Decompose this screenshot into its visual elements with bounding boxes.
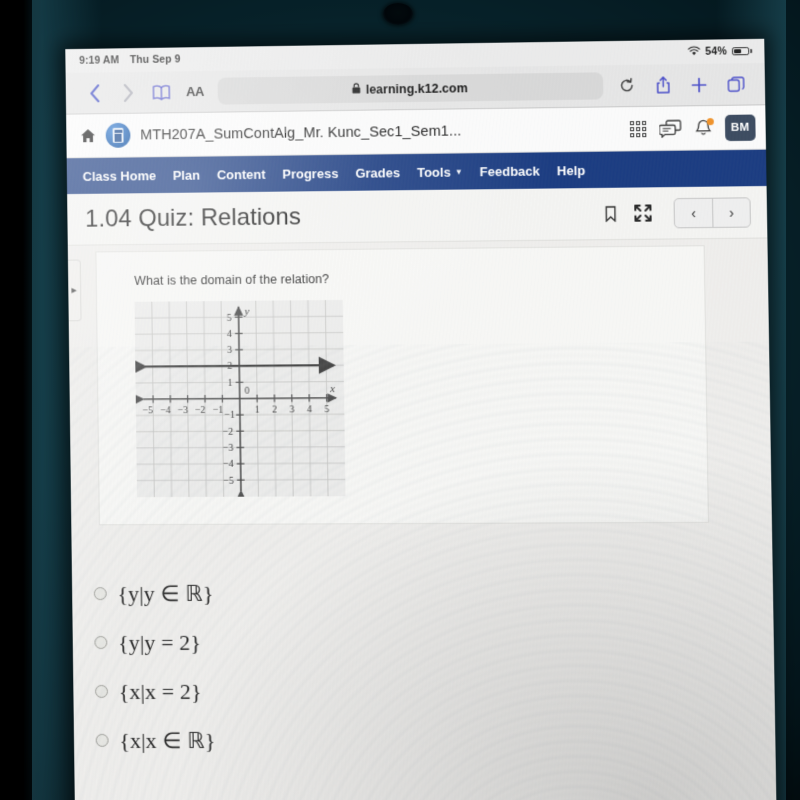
svg-text:1: 1 xyxy=(228,378,233,389)
notification-dot xyxy=(706,117,714,125)
expand-drawer-arrow-icon[interactable]: ▶ xyxy=(67,259,82,322)
bookmark-icon[interactable] xyxy=(605,205,616,221)
pager: ‹ › xyxy=(673,196,751,228)
avatar[interactable]: BM xyxy=(724,114,756,141)
svg-text:−4: −4 xyxy=(160,405,171,416)
svg-text:3: 3 xyxy=(289,404,294,415)
nav-item-content[interactable]: Content xyxy=(217,166,266,182)
answer-option-d[interactable]: {x|x ∈ ℝ} xyxy=(95,716,775,766)
text-size-label: AA xyxy=(186,83,204,100)
page-title: 1.04 Quiz: Relations xyxy=(84,202,302,233)
radio-button[interactable] xyxy=(95,733,109,747)
svg-text:4: 4 xyxy=(307,404,312,415)
svg-text:−5: −5 xyxy=(223,475,234,486)
bell-icon[interactable] xyxy=(695,117,714,137)
nav-label: Class Home xyxy=(82,167,157,184)
page-title-row: 1.04 Quiz: Relations ‹ › xyxy=(67,186,768,246)
answer-option-c[interactable]: {x|x = 2} xyxy=(95,666,775,716)
svg-text:−2: −2 xyxy=(195,405,206,416)
question-card: What is the domain of the relation? −5 −… xyxy=(95,245,709,525)
nav-label: Help xyxy=(556,162,586,178)
nav-item-plan[interactable]: Plan xyxy=(173,167,200,182)
chevron-down-icon: ▼ xyxy=(454,166,463,177)
grid-apps-icon[interactable] xyxy=(629,120,647,137)
prev-page-button[interactable]: ‹ xyxy=(675,198,713,227)
radio-button[interactable] xyxy=(95,684,109,698)
nav-label: Feedback xyxy=(479,163,540,179)
address-bar[interactable]: learning.k12.com xyxy=(217,72,604,105)
text-size-button[interactable]: AA xyxy=(178,74,212,108)
radio-button[interactable] xyxy=(93,587,107,601)
chat-icon[interactable] xyxy=(659,119,682,137)
nav-item-grades[interactable]: Grades xyxy=(355,165,400,181)
wifi-icon xyxy=(687,45,700,58)
answer-label: {y|y ∈ ℝ} xyxy=(117,580,214,606)
home-icon[interactable] xyxy=(80,128,96,143)
svg-text:0: 0 xyxy=(245,386,250,397)
new-tab-button[interactable] xyxy=(682,67,717,102)
svg-text:−5: −5 xyxy=(142,405,153,416)
nav-item-tools[interactable]: Tools ▼ xyxy=(416,164,463,180)
lock-icon xyxy=(352,82,361,96)
fullscreen-icon[interactable] xyxy=(634,204,651,221)
tablet-photo: 9:19 AM Thu Sep 9 54% AA learning.k12.co… xyxy=(0,0,800,800)
svg-text:3: 3 xyxy=(227,345,232,356)
svg-text:5: 5 xyxy=(324,404,329,415)
bezel-left-edge xyxy=(0,0,42,800)
nav-label: Progress xyxy=(282,165,339,182)
answer-label: {x|x ∈ ℝ} xyxy=(119,727,216,753)
forward-button[interactable] xyxy=(111,75,145,109)
svg-text:2: 2 xyxy=(227,361,232,372)
svg-text:1: 1 xyxy=(255,405,260,416)
svg-text:4: 4 xyxy=(227,329,232,340)
status-time: 9:19 AM xyxy=(79,54,120,67)
answer-option-a[interactable]: {y|y ∈ ℝ} xyxy=(93,567,774,618)
course-title: MTH207A_SumContAlg_Mr. Kunc_Sec1_Sem1... xyxy=(140,122,462,143)
svg-text:−3: −3 xyxy=(223,443,234,454)
svg-text:y: y xyxy=(243,306,249,318)
nav-item-class-home[interactable]: Class Home xyxy=(83,168,157,184)
svg-text:−2: −2 xyxy=(223,426,234,437)
svg-text:−1: −1 xyxy=(213,405,224,416)
answer-label: {x|x = 2} xyxy=(118,678,202,704)
nav-label: Grades xyxy=(355,164,401,181)
svg-text:−4: −4 xyxy=(223,459,234,470)
battery-icon xyxy=(731,46,753,56)
svg-text:2: 2 xyxy=(272,404,277,415)
page-body: ▶ What is the domain of the relation? −5… xyxy=(68,238,777,800)
svg-text:x: x xyxy=(329,383,335,395)
next-page-button[interactable]: › xyxy=(712,197,750,227)
answer-option-b[interactable]: {y|y = 2} xyxy=(94,617,774,667)
status-date: Thu Sep 9 xyxy=(129,53,181,67)
nav-item-help[interactable]: Help xyxy=(557,162,586,177)
calculator-icon[interactable] xyxy=(105,122,131,148)
nav-label: Plan xyxy=(172,167,201,183)
question-prompt: What is the domain of the relation? xyxy=(134,272,330,288)
nav-item-feedback[interactable]: Feedback xyxy=(480,163,540,179)
relation-graph: −5 −4 −3 −2 −1 1 2 3 4 5 5 4 3 2 1 −1 −2… xyxy=(135,300,346,497)
svg-text:5: 5 xyxy=(227,312,232,323)
tabs-button[interactable] xyxy=(718,67,753,102)
nav-label: Tools xyxy=(416,164,451,180)
back-button[interactable] xyxy=(77,76,111,110)
reload-button[interactable] xyxy=(609,68,644,103)
bookmarks-button[interactable] xyxy=(144,75,178,109)
url-text: learning.k12.com xyxy=(365,80,468,97)
radio-button[interactable] xyxy=(94,636,108,650)
share-button[interactable] xyxy=(645,68,680,103)
svg-text:−1: −1 xyxy=(224,410,235,421)
svg-text:−3: −3 xyxy=(178,405,189,416)
answer-list: {y|y ∈ ℝ} {y|y = 2} {x|x = 2} {x|x ∈ ℝ} xyxy=(93,567,776,766)
nav-label: Content xyxy=(216,166,266,182)
nav-item-progress[interactable]: Progress xyxy=(282,165,338,181)
tablet-screen: 9:19 AM Thu Sep 9 54% AA learning.k12.co… xyxy=(65,39,777,800)
battery-percent-label: 54% xyxy=(705,45,727,58)
front-camera-icon xyxy=(383,3,413,25)
answer-label: {y|y = 2} xyxy=(117,629,202,655)
